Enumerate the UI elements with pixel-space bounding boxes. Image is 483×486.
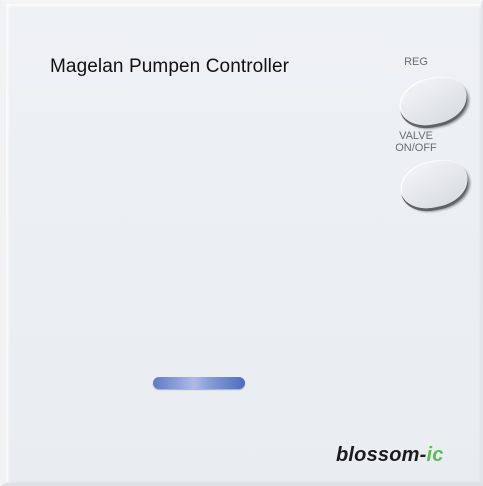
- controller-panel: Magelan Pumpen Controller REG VALVE ON/O…: [0, 0, 483, 486]
- brand-accent: ic: [426, 444, 444, 466]
- brand-name: blossom-: [336, 444, 427, 466]
- valve-on-off-button[interactable]: [395, 154, 473, 214]
- reg-button-label: REG: [404, 56, 428, 68]
- brand-logo: blossom-ic: [336, 444, 444, 467]
- valve-button-label: VALVE ON/OFF: [395, 130, 437, 154]
- reg-button[interactable]: [394, 71, 472, 131]
- device-title: Magelan Pumpen Controller: [50, 56, 290, 77]
- status-led: [153, 377, 245, 389]
